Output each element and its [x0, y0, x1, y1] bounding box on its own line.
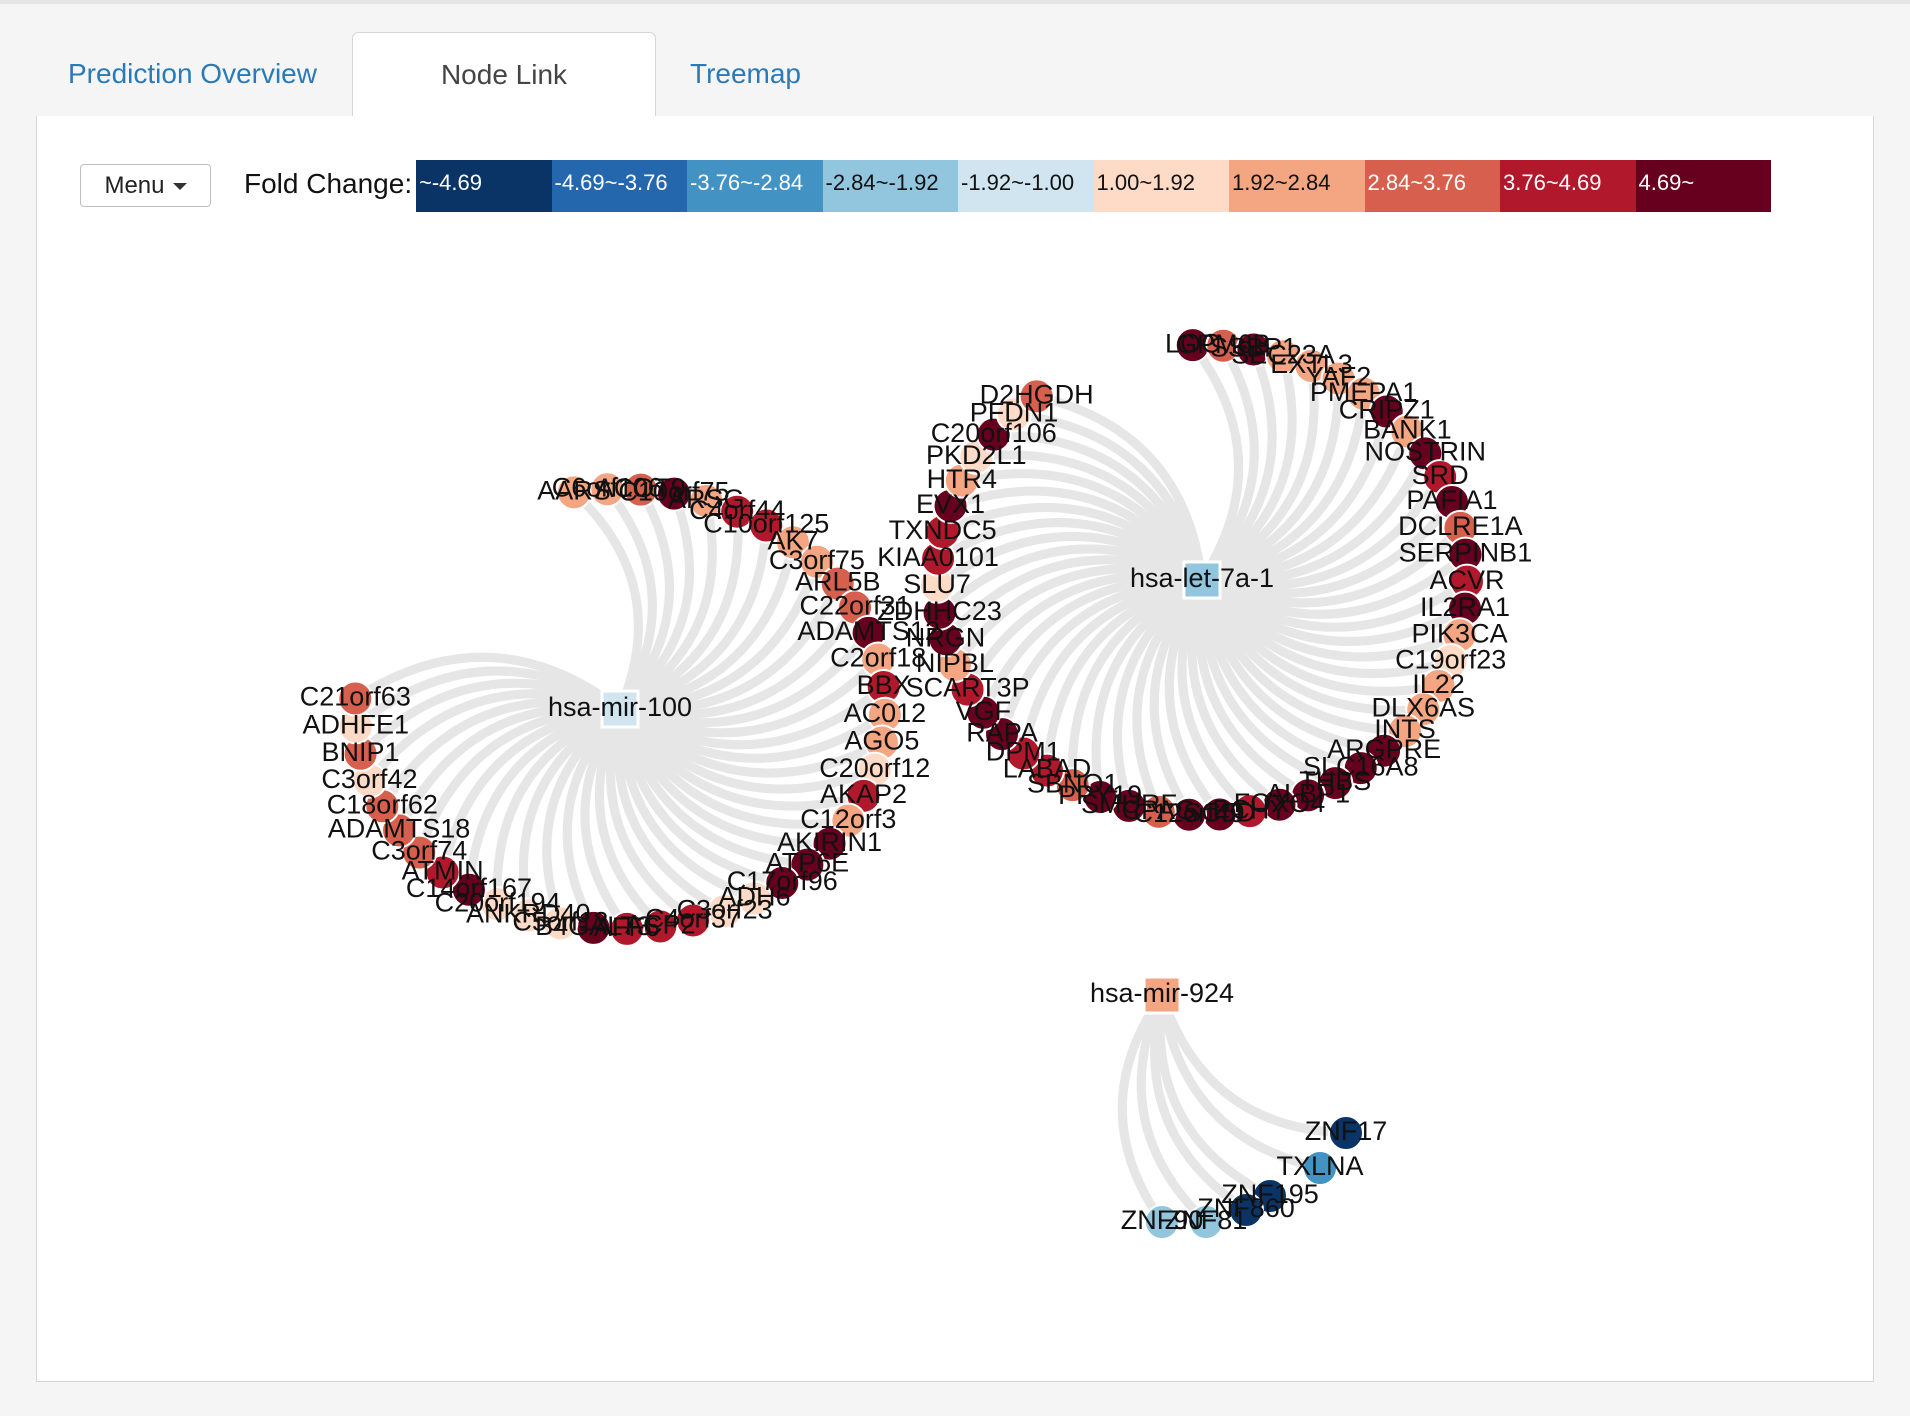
node-label: BBX — [857, 670, 911, 700]
node-label: NIPBL — [916, 648, 994, 678]
node-label: C21orf63 — [300, 682, 411, 712]
edge — [1157, 990, 1325, 1173]
node-label: ZNF90 — [1121, 1205, 1204, 1235]
node-label: ADHFE1 — [303, 709, 410, 739]
node-label: IL2RA1 — [1420, 592, 1510, 622]
node-label: C18orf62 — [327, 789, 438, 819]
node-label: DCLRE1A — [1398, 511, 1523, 541]
node-label: TXLNA — [1276, 1151, 1363, 1181]
node-label: hsa-mir-924 — [1090, 978, 1234, 1008]
edge — [1157, 990, 1351, 1138]
node-label: NRGN — [906, 622, 986, 652]
node-label: ZNF17 — [1305, 1116, 1388, 1146]
node-label: ZDHHC23 — [877, 596, 1002, 626]
node-label: SERPINB1 — [1399, 538, 1533, 568]
node-label: C3orf42 — [321, 764, 417, 794]
node-label: hsa-let-7a-1 — [1130, 563, 1274, 593]
node-label: D2HGDH — [980, 379, 1094, 409]
node-label: hsa-mir-100 — [548, 692, 692, 722]
node-label: AGO5 — [844, 726, 919, 756]
node-label: ACVR — [1429, 565, 1504, 595]
node-label: KIAA0101 — [877, 542, 999, 572]
node-label: BNIP1 — [322, 737, 400, 767]
node-label: SLU7 — [903, 569, 971, 599]
node-label: TXNDC5 — [889, 515, 997, 545]
node-link-diagram: AARSC6orf106ACOT9C10orf75ARSGC4orf44C10o… — [300, 327, 1533, 1240]
